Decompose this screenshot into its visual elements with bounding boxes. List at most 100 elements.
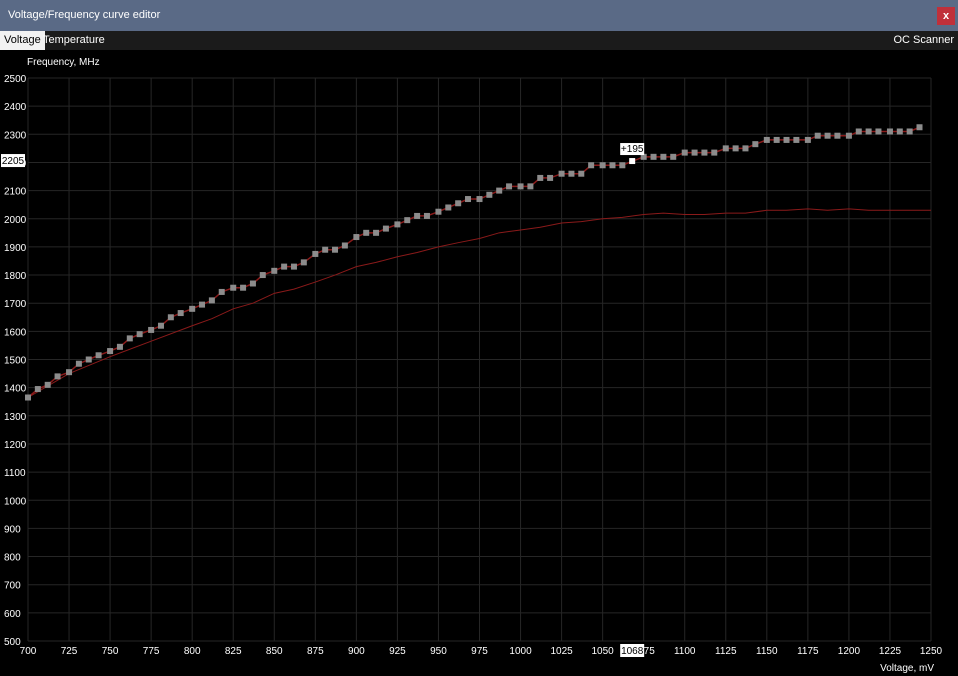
curve-point-handle[interactable] [300, 259, 307, 266]
curve-point-handle[interactable] [486, 191, 493, 198]
curve-point-handle[interactable] [763, 136, 770, 143]
curve-point-handle[interactable] [711, 149, 718, 156]
curve-point-handle[interactable] [199, 301, 206, 308]
curve-point-handle[interactable] [558, 170, 565, 177]
curve-point-handle[interactable] [271, 267, 278, 274]
curve-point-handle[interactable] [691, 149, 698, 156]
curve-point-handle[interactable] [783, 136, 790, 143]
curve-point-handle[interactable] [599, 162, 606, 169]
edited-curve-line [27, 126, 920, 399]
curve-point-handle[interactable] [906, 128, 913, 135]
curve-point-handle[interactable] [259, 272, 266, 279]
curve-point-handle[interactable] [281, 263, 288, 270]
curve-point-handle[interactable] [382, 225, 389, 232]
curve-point-handle[interactable] [126, 335, 133, 342]
curve-point-handle[interactable] [732, 145, 739, 152]
curve-point-handle[interactable] [230, 284, 237, 291]
curve-point-handle[interactable] [804, 136, 811, 143]
curve-point-handle[interactable] [609, 162, 616, 169]
curve-point-handle[interactable] [177, 310, 184, 317]
curve-point-handle[interactable] [95, 352, 102, 359]
curve-point-handle[interactable] [681, 149, 688, 156]
curve-point-handle[interactable] [445, 204, 452, 211]
curve-point-handle[interactable] [189, 305, 196, 312]
curve-point-handle[interactable] [916, 124, 923, 131]
curve-point-handle[interactable] [834, 132, 841, 139]
curve-point-handle[interactable] [312, 250, 319, 257]
curve-point-handle[interactable] [54, 373, 61, 380]
highlight-group: 2205 1068 +195 [1, 143, 645, 657]
curve-point-handle[interactable] [886, 128, 893, 135]
x-tick-label: 800 [184, 646, 201, 657]
curve-point-handle[interactable] [404, 217, 411, 224]
y-tick-label: 1900 [4, 243, 27, 254]
curve-point-handle[interactable] [208, 297, 215, 304]
curve-point-handle[interactable] [670, 153, 677, 160]
curve-point-handle[interactable] [423, 212, 430, 219]
curve-point-handle[interactable] [588, 162, 595, 169]
curve-point-handle[interactable] [506, 183, 513, 190]
x-tick-label: 1000 [509, 646, 532, 657]
curve-point-handle[interactable] [455, 200, 462, 207]
curve-point-handle[interactable] [496, 187, 503, 194]
curve-point-handle[interactable] [476, 196, 483, 203]
selected-curve-point[interactable] [629, 158, 636, 165]
curve-point-handle[interactable] [865, 128, 872, 135]
curve-point-handle[interactable] [855, 128, 862, 135]
curve-point-handle[interactable] [824, 132, 831, 139]
curve-point-handle[interactable] [353, 234, 360, 241]
curve-point-handle[interactable] [435, 208, 442, 215]
curve-point-handle[interactable] [568, 170, 575, 177]
curve-point-handle[interactable] [547, 174, 554, 181]
curve-point-handle[interactable] [517, 183, 524, 190]
x-tick-label: 1150 [756, 646, 778, 657]
curve-point-handle[interactable] [107, 348, 114, 355]
y-tick-label: 1300 [4, 412, 27, 423]
highlight-y-value: 2205 [2, 156, 25, 167]
curve-point-handle[interactable] [875, 128, 882, 135]
curve-point-handle[interactable] [527, 183, 534, 190]
y-tick-label: 1700 [4, 299, 27, 310]
offset-badge: +195 [621, 144, 644, 155]
curve-point-handle[interactable] [414, 212, 421, 219]
curve-point-handle[interactable] [116, 343, 123, 350]
curve-point-handle[interactable] [322, 246, 329, 253]
curve-point-handle[interactable] [240, 284, 247, 291]
curve-point-handle[interactable] [341, 242, 348, 249]
curve-point-handle[interactable] [167, 314, 174, 321]
curve-point-handle[interactable] [290, 263, 297, 270]
curve-point-handle[interactable] [66, 369, 73, 376]
curve-point-handle[interactable] [373, 229, 380, 236]
curve-point-handle[interactable] [465, 196, 472, 203]
curve-point-handle[interactable] [742, 145, 749, 152]
curve-point-handle[interactable] [44, 381, 51, 388]
curve-point-handle[interactable] [75, 360, 82, 367]
curve-point-handle[interactable] [701, 149, 708, 156]
curve-point-handle[interactable] [650, 153, 657, 160]
curve-point-handle[interactable] [148, 326, 155, 333]
curve-point-handle[interactable] [25, 394, 31, 401]
curve-point-handle[interactable] [793, 136, 800, 143]
curve-point-handle[interactable] [896, 128, 903, 135]
curve-point-handle[interactable] [752, 141, 759, 148]
curve-point-handle[interactable] [845, 132, 852, 139]
curve-point-handle[interactable] [136, 331, 143, 338]
curve-point-handle[interactable] [537, 174, 544, 181]
curve-point-handle[interactable] [814, 132, 821, 139]
curve-point-handle[interactable] [773, 136, 780, 143]
curve-point-handle[interactable] [34, 386, 41, 393]
curve-point-handle[interactable] [394, 221, 401, 228]
curve-point-handle[interactable] [249, 280, 256, 287]
curve-point-handle[interactable] [332, 246, 339, 253]
y-tick-label: 2300 [4, 130, 27, 141]
curve-point-handle[interactable] [218, 288, 225, 295]
curve-point-handle[interactable] [363, 229, 370, 236]
curve-point-handle[interactable] [578, 170, 585, 177]
curve-point-handle[interactable] [619, 162, 626, 169]
y-axis-label: Frequency, MHz [27, 57, 100, 68]
curve-point-handle[interactable] [157, 322, 164, 329]
curve-point-handle[interactable] [722, 145, 729, 152]
curve-point-handle[interactable] [660, 153, 667, 160]
vf-curve-chart[interactable]: 500 600 700 800 900 1000 1100 1200 1300 1400 1500 1… [0, 0, 958, 676]
curve-point-handle[interactable] [85, 356, 92, 363]
